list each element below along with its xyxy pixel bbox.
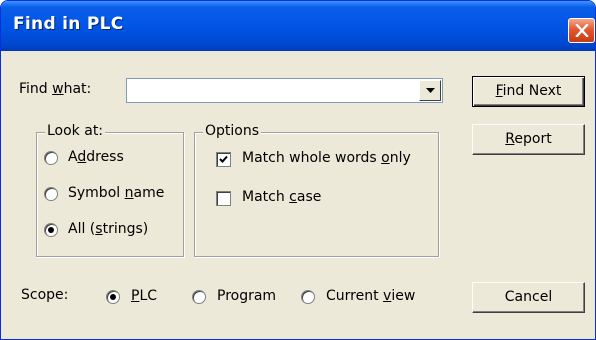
close-button[interactable] [568, 18, 595, 43]
scope-plc-label[interactable]: PLC [131, 288, 157, 304]
find-next-button[interactable]: Find Next [472, 76, 585, 107]
symbol-name-radio-label[interactable]: Symbol name [68, 185, 164, 201]
cancel-button[interactable]: Cancel [472, 282, 585, 313]
radio-selected-dot [48, 227, 54, 233]
title-bar[interactable]: Find in PLC [1, 1, 595, 51]
find-what-input[interactable] [129, 81, 414, 100]
scope-current-view-radio[interactable] [301, 290, 315, 304]
look-at-legend: Look at: [45, 123, 106, 139]
match-whole-words-label[interactable]: Match whole words only [242, 150, 411, 166]
match-whole-words-checkbox[interactable] [216, 152, 231, 167]
all-strings-radio-label[interactable]: All (strings) [68, 221, 148, 237]
match-case-checkbox[interactable] [216, 191, 231, 206]
scope-plc-radio[interactable] [106, 290, 120, 304]
scope-label: Scope: [21, 287, 69, 303]
chevron-down-icon [426, 88, 435, 93]
window-title: Find in PLC [13, 14, 124, 34]
address-radio[interactable] [44, 151, 58, 165]
address-radio-label[interactable]: Address [68, 149, 124, 165]
find-what-label: Find what: [19, 81, 92, 97]
all-strings-radio[interactable] [44, 223, 58, 237]
match-case-label[interactable]: Match case [242, 189, 321, 205]
close-icon [575, 24, 589, 37]
scope-program-radio[interactable] [192, 290, 206, 304]
find-in-plc-dialog: Find in PLC Find what: Find Next Report … [0, 0, 596, 340]
report-button[interactable]: Report [472, 124, 585, 155]
options-legend: Options [203, 123, 262, 139]
checkmark-icon [219, 155, 228, 163]
radio-selected-dot [110, 294, 116, 300]
find-what-dropdown-button[interactable] [419, 80, 441, 101]
scope-current-view-label[interactable]: Current view [326, 288, 415, 304]
symbol-name-radio[interactable] [44, 187, 58, 201]
find-what-combobox[interactable] [126, 78, 443, 103]
scope-program-label[interactable]: Program [217, 288, 276, 304]
